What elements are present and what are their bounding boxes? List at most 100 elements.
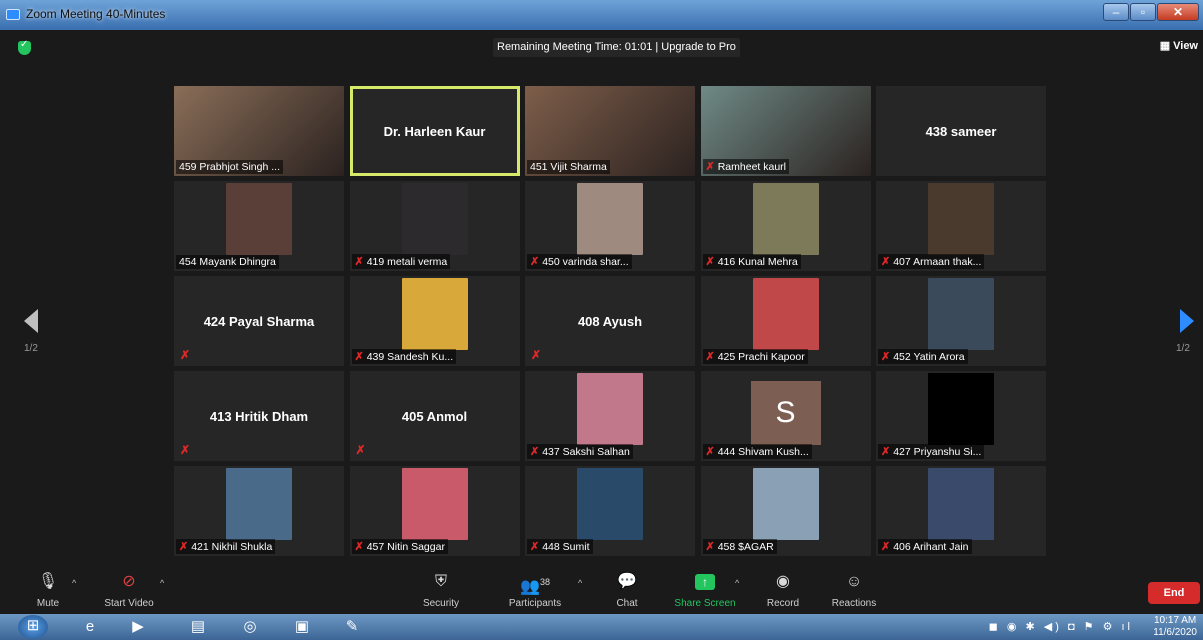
participant-name-label: ✗ 427 Priyanshu Si... [878,444,985,459]
encryption-shield-icon[interactable] [18,39,31,55]
participant-name-label: ✗ Ramheet kaurl [702,159,789,174]
view-button[interactable]: ▦ View [1160,39,1198,52]
meeting-toolbar: 🎙 Mute ^ ⊘ Start Video ^ ⛨ Security 👥38 … [0,568,1203,614]
muted-microphone-icon: ✗ [705,256,715,268]
next-page-arrow-icon[interactable] [1180,309,1194,333]
muted-microphone-icon: ✗ [354,351,364,363]
muted-microphone-icon: ✗ [881,351,891,363]
zoom-taskbar-icon[interactable]: ▣ [280,616,324,638]
mute-button[interactable]: 🎙 Mute [34,572,62,609]
participant-tile[interactable]: ✗ 427 Priyanshu Si... [876,371,1046,461]
participant-tile[interactable]: ✗ 450 varinda shar... [525,181,695,271]
participant-name-text: 421 Nikhil Shukla [191,541,273,553]
participant-avatar: S [750,381,821,445]
muted-microphone-icon: ✗ [530,256,540,268]
participant-profile-photo [928,373,994,445]
participant-name-text: 457 Nitin Saggar [366,541,445,553]
internet-explorer-icon[interactable]: e [68,616,112,638]
participant-name-text: 437 Sakshi Salhan [542,446,630,458]
participant-display-name: 408 Ayush [577,314,643,329]
meeting-time-banner[interactable]: Remaining Meeting Time: 01:01 | Upgrade … [493,38,740,57]
security-button[interactable]: ⛨ Security [418,572,464,609]
participant-tile[interactable]: ✗ 419 metali verma [349,181,520,271]
zoom-app-icon [6,9,20,20]
participant-name-text: 427 Priyanshu Si... [893,446,982,458]
participant-tile[interactable]: ✗ 439 Sandesh Ku... [349,276,520,366]
chat-button[interactable]: 💬 Chat [612,572,642,609]
participant-tile[interactable]: 424 Payal Sharma ✗ [174,276,344,366]
participant-tile[interactable]: Dr. Harleen Kaur [349,86,520,176]
participant-tile[interactable]: ✗ 448 Sumit [525,466,695,556]
participant-display-name: Dr. Harleen Kaur [383,124,486,139]
muted-microphone-icon: ✗ [881,256,891,268]
minimize-button[interactable]: – [1103,3,1129,21]
start-video-button[interactable]: ⊘ Start Video [100,572,158,609]
participant-name-label: ✗ 421 Nikhil Shukla [176,539,276,554]
audio-options-caret-icon[interactable]: ^ [72,578,76,588]
share-screen-button[interactable]: ↑ Share Screen [672,572,738,609]
muted-microphone-icon: ✗ [530,541,540,553]
maximize-button[interactable]: ▫ [1130,3,1156,21]
participant-tile[interactable]: S ✗ 444 Shivam Kush... [700,371,871,461]
muted-microphone-icon: ✗ [179,541,189,553]
participants-button[interactable]: 👥38 Participants [504,572,566,609]
file-explorer-icon[interactable]: ▤ [176,616,220,638]
participant-tile[interactable]: ✗ 425 Prachi Kapoor [700,276,871,366]
participant-tile[interactable]: 405 Anmol ✗ [349,371,520,461]
muted-microphone-icon: ✗ [354,256,364,268]
participant-name-label: ✗ 458 $AGAR [702,539,777,554]
camera-off-icon: ⊘ [122,573,136,590]
participant-tile[interactable]: 454 Mayank Dhingra [174,181,344,271]
participant-profile-photo [752,183,819,255]
participant-tile[interactable]: 408 Ayush ✗ [525,276,695,366]
page-indicator-left: 1/2 [24,343,38,354]
participant-name-text: 448 Sumit [542,541,590,553]
video-options-caret-icon[interactable]: ^ [160,578,164,588]
participant-tile[interactable]: ✗ 452 Yatin Arora [876,276,1046,366]
muted-microphone-icon: ✗ [705,161,715,173]
close-button[interactable]: ✕ [1157,3,1199,21]
participant-tile[interactable]: ✗ 407 Armaan thak... [876,181,1046,271]
participant-tile[interactable]: 438 sameer [876,86,1046,176]
participant-tile[interactable]: ✗ Ramheet kaurl [700,86,871,176]
participant-tile[interactable]: 451 Vijit Sharma [525,86,695,176]
participant-display-name: 438 sameer [925,124,997,139]
share-options-caret-icon[interactable]: ^ [735,578,739,588]
previous-page-arrow-icon[interactable] [24,309,38,333]
participant-name-label: 454 Mayank Dhingra [176,255,279,269]
participant-name-label: ✗ 444 Shivam Kush... [702,444,812,459]
record-button[interactable]: ◉ Record [764,572,802,609]
participant-tile[interactable]: ✗ 437 Sakshi Salhan [525,371,695,461]
chat-bubble-icon: 💬 [617,573,637,590]
participant-tile[interactable]: ✗ 421 Nikhil Shukla [174,466,344,556]
participant-tile[interactable]: 413 Hritik Dham ✗ [174,371,344,461]
chrome-icon[interactable]: ◎ [228,616,272,638]
participants-caret-icon[interactable]: ^ [578,578,582,588]
muted-microphone-icon: ✗ [530,446,540,458]
participant-profile-photo [928,183,994,255]
participant-name-text: 419 metali verma [366,256,448,268]
participant-profile-photo [226,468,292,540]
window-titlebar: Zoom Meeting 40-Minutes – ▫ ✕ [0,0,1203,30]
participant-name-label: ✗ 452 Yatin Arora [878,349,968,364]
participant-tile[interactable]: ✗ 416 Kunal Mehra [700,181,871,271]
paint-icon[interactable]: ✎ [330,616,374,638]
participant-name-label: 459 Prabhjot Singh ... [176,160,283,174]
participant-tile[interactable]: ✗ 406 Arihant Jain [876,466,1046,556]
participant-tile[interactable]: ✗ 458 $AGAR [700,466,871,556]
participant-profile-photo [752,468,819,540]
participant-display-name: 405 Anmol [401,409,468,424]
reactions-button[interactable]: ☺ Reactions [828,572,880,609]
participant-tile[interactable]: 459 Prabhjot Singh ... [174,86,344,176]
end-meeting-button[interactable]: End [1148,582,1200,604]
participant-profile-photo [752,278,819,350]
participant-tile[interactable]: ✗ 457 Nitin Saggar [349,466,520,556]
participant-name-label: ✗ 416 Kunal Mehra [702,254,801,269]
media-player-icon[interactable]: ▶ [116,616,160,638]
security-shield-icon: ⛨ [434,573,447,590]
taskbar-clock[interactable]: 10:17 AM 11/6/2020 [1153,615,1197,639]
muted-microphone-icon: ✗ [354,541,364,553]
windows-start-icon[interactable]: ⊞ [18,615,48,639]
muted-microphone-icon: ✗ [180,348,191,362]
participant-profile-photo [577,468,643,540]
